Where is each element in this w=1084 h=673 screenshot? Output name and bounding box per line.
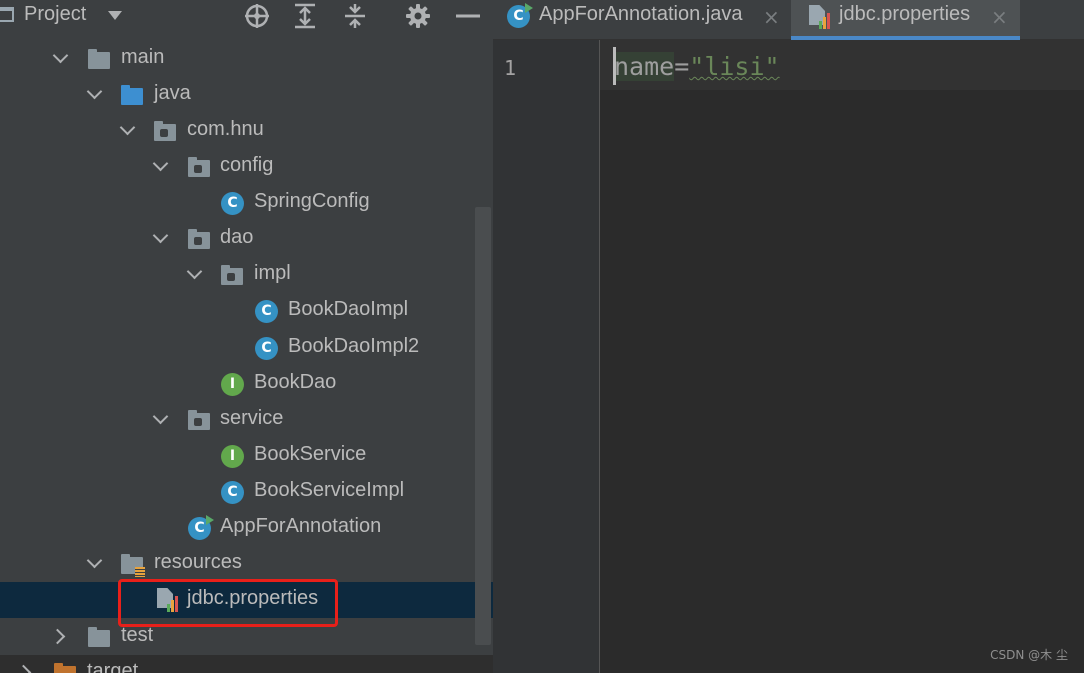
tree-node-target[interactable]: target <box>0 655 493 673</box>
folder-icon <box>88 627 110 647</box>
project-view-selector[interactable]: Project <box>24 3 86 26</box>
chevron-down-icon[interactable] <box>86 552 103 569</box>
class-icon: C <box>221 481 244 504</box>
close-icon[interactable]: × <box>991 5 1008 29</box>
package-icon <box>188 229 210 249</box>
chevron-down-icon[interactable] <box>108 11 122 20</box>
tree-node-dao[interactable]: dao <box>0 221 493 257</box>
tree-node-bookdaoimpl[interactable]: C BookDaoImpl <box>0 293 493 329</box>
excluded-folder-icon <box>54 663 76 673</box>
close-icon[interactable]: × <box>763 5 780 29</box>
tree-node-label: config <box>220 154 274 176</box>
class-icon: C <box>221 192 244 215</box>
tree-node-resources[interactable]: resources <box>0 546 493 582</box>
tree-node-label: main <box>121 46 165 68</box>
tree-node-label: SpringConfig <box>254 190 370 212</box>
project-header: Project <box>0 0 493 32</box>
tab-label: AppForAnnotation.java <box>539 3 743 25</box>
runnable-class-icon: C <box>188 515 214 540</box>
tree-scrollbar[interactable] <box>475 207 491 645</box>
gear-icon[interactable] <box>405 3 431 29</box>
project-tool-window: Project main java com.hnu config C Sprin… <box>0 0 493 673</box>
watermark: CSDN @木 尘 <box>990 648 1068 662</box>
tree-node-appforannotation[interactable]: C AppForAnnotation <box>0 510 493 546</box>
property-key: name <box>614 52 675 81</box>
tree-node-label: BookDaoImpl2 <box>288 335 420 357</box>
interface-icon: I <box>221 373 244 396</box>
chevron-down-icon[interactable] <box>52 47 69 64</box>
tree-node-label: service <box>220 407 284 429</box>
chevron-down-icon[interactable] <box>152 408 169 425</box>
source-folder-icon <box>121 85 143 105</box>
tree-node-java[interactable]: java <box>0 77 493 113</box>
tree-node-label: target <box>87 660 139 673</box>
tree-node-bookdaoimpl2[interactable]: C BookDaoImpl2 <box>0 330 493 366</box>
highlight-annotation-box <box>118 579 338 627</box>
package-icon <box>188 410 210 430</box>
tree-node-bookdao[interactable]: I BookDao <box>0 366 493 402</box>
chevron-down-icon[interactable] <box>186 263 203 280</box>
tree-node-label: com.hnu <box>187 118 264 140</box>
code-line[interactable]: name="lisi" <box>614 52 780 81</box>
tree-node-label: BookDao <box>254 371 337 393</box>
runnable-class-icon: C <box>507 3 533 28</box>
text-caret <box>613 47 616 85</box>
collapse-all-icon[interactable] <box>342 3 368 29</box>
crosshair-icon[interactable] <box>244 3 270 29</box>
property-value: "lisi" <box>689 52 780 81</box>
editor-tab-bar: C AppForAnnotation.java × jdbc.propertie… <box>493 0 1084 40</box>
tree-node-label: BookServiceImpl <box>254 479 405 501</box>
minimize-icon[interactable] <box>455 3 481 29</box>
tree-node-main[interactable]: main <box>0 41 493 77</box>
folder-icon <box>88 49 110 69</box>
tree-node-impl[interactable]: impl <box>0 257 493 293</box>
chevron-right-icon[interactable] <box>15 664 32 673</box>
line-number: 1 <box>504 56 517 80</box>
tree-node-label: java <box>154 82 191 104</box>
package-icon <box>188 157 210 177</box>
tree-node-label: test <box>121 624 154 646</box>
tab-jdbc-properties[interactable]: jdbc.properties × <box>791 0 1020 40</box>
package-icon <box>154 121 176 141</box>
tree-node-label: BookDaoImpl <box>288 298 409 320</box>
expand-all-icon[interactable] <box>292 3 318 29</box>
tree-node-label: dao <box>220 226 254 248</box>
tree-node-label: resources <box>154 551 242 573</box>
tree-node-label: BookService <box>254 443 367 465</box>
property-separator: = <box>674 52 690 81</box>
chevron-down-icon[interactable] <box>86 83 103 100</box>
tree-node-springconfig[interactable]: C SpringConfig <box>0 185 493 221</box>
chevron-down-icon[interactable] <box>152 227 169 244</box>
chevron-right-icon[interactable] <box>49 628 66 645</box>
tree-node-com-hnu[interactable]: com.hnu <box>0 113 493 149</box>
tree-node-label: impl <box>254 262 291 284</box>
tab-label: jdbc.properties <box>839 3 971 25</box>
class-icon: C <box>255 337 278 360</box>
project-window-icon <box>0 7 14 22</box>
tree-node-label: AppForAnnotation <box>220 515 382 537</box>
tree-node-config[interactable]: config <box>0 149 493 185</box>
interface-icon: I <box>221 445 244 468</box>
class-icon: C <box>255 300 278 323</box>
properties-file-icon <box>809 5 831 29</box>
chevron-down-icon[interactable] <box>152 155 169 172</box>
resources-folder-icon <box>121 554 145 577</box>
tree-node-bookservice[interactable]: I BookService <box>0 438 493 474</box>
tree-node-bookserviceimpl[interactable]: C BookServiceImpl <box>0 474 493 510</box>
tab-appforannotation[interactable]: C AppForAnnotation.java × <box>493 0 791 38</box>
chevron-down-icon[interactable] <box>119 119 136 136</box>
tree-node-service[interactable]: service <box>0 402 493 438</box>
editor-gutter: 1 <box>493 40 600 673</box>
package-icon <box>221 265 243 285</box>
